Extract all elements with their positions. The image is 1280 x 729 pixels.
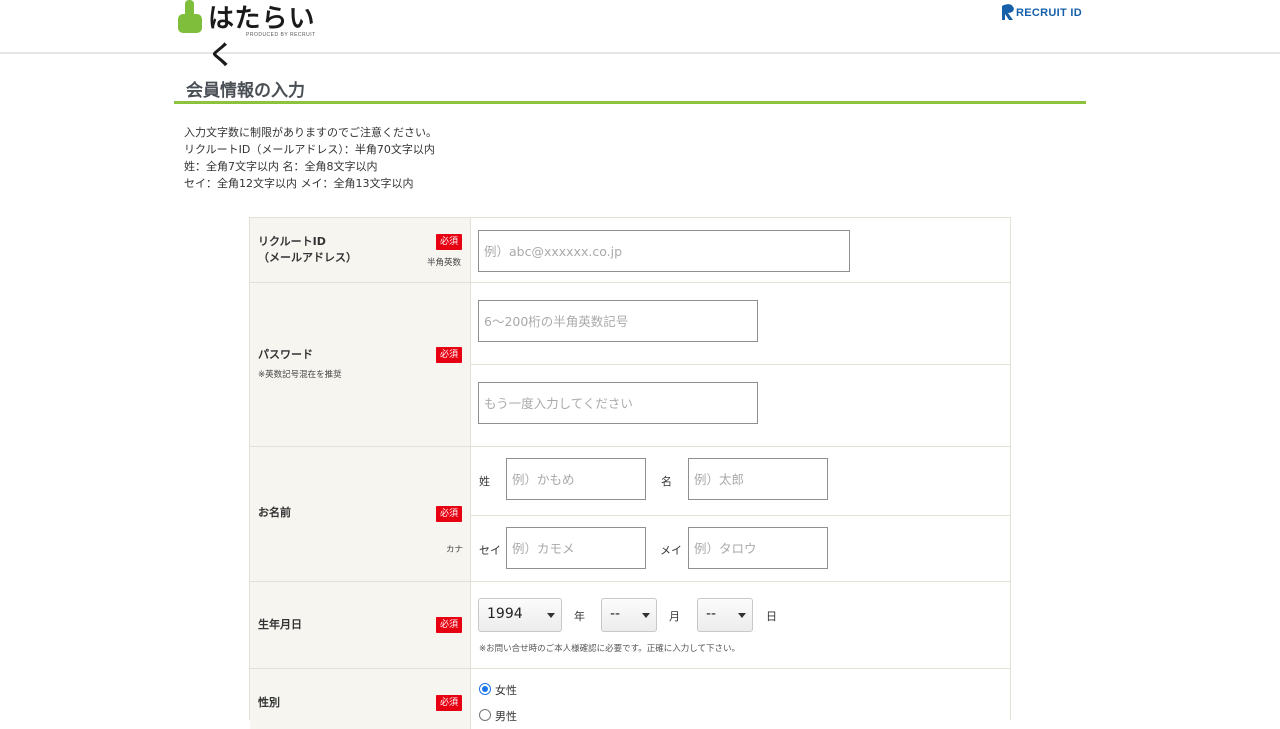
gender-label: 性別 xyxy=(258,696,280,709)
chevron-down-icon xyxy=(547,613,555,618)
mei-kana-input[interactable] xyxy=(688,527,828,569)
title-underline xyxy=(174,101,1086,104)
password-recommend-note: ※英数記号混在を推奨 xyxy=(258,370,342,380)
year-unit: 年 xyxy=(574,610,585,623)
required-badge: 必須 xyxy=(436,234,462,250)
birthday-label-cell: 生年月日 必須 xyxy=(250,582,471,668)
required-badge: 必須 xyxy=(436,506,462,522)
recruit-id-label-line2: （メールアドレス） xyxy=(258,251,357,264)
gender-male-radio[interactable] xyxy=(479,709,491,721)
required-badge: 必須 xyxy=(436,695,462,711)
logo-subtitle: PRODUCED BY RECRUIT xyxy=(246,32,316,38)
birthday-hint: ※お問い合せ時のご本人様確認に必要です。正確に入力して下さい。 xyxy=(479,644,741,654)
recruit-id-input[interactable] xyxy=(478,230,850,272)
mei-kana-label: メイ xyxy=(660,544,682,557)
day-unit: 日 xyxy=(766,610,777,623)
sei-kana-label: セイ xyxy=(479,544,501,557)
sei-kana-input[interactable] xyxy=(506,527,646,569)
sei-label: 姓 xyxy=(479,475,490,488)
recruit-id-label-cell: リクルートID （メールアドレス） 必須 半角英数 xyxy=(250,218,471,282)
name-label-cell: お名前 必須 カナ xyxy=(250,447,471,581)
name-label: お名前 xyxy=(258,506,291,519)
required-badge: 必須 xyxy=(436,617,462,633)
birth-day-value: -- xyxy=(706,606,717,622)
row-subdivider xyxy=(470,364,1010,365)
password-input[interactable] xyxy=(478,300,758,342)
recruit-id-label-line1: リクルートID xyxy=(258,235,326,248)
birth-year-value: 1994 xyxy=(487,606,523,622)
birth-year-select[interactable]: 1994 xyxy=(478,598,562,632)
kana-note: カナ xyxy=(446,545,464,555)
password-label: パスワード xyxy=(258,348,313,361)
input-notes: 入力文字数に制限がありますのでご注意ください。 リクルートID（メールアドレス）… xyxy=(184,124,437,192)
password-label-cell: パスワード ※英数記号混在を推奨 必須 xyxy=(250,283,471,446)
chevron-down-icon xyxy=(738,613,746,618)
birth-month-value: -- xyxy=(610,606,621,622)
note-line: リクルートID（メールアドレス）：半角70文字以内 xyxy=(184,143,435,156)
gender-label-cell: 性別 必須 xyxy=(250,669,471,729)
gender-female-label[interactable]: 女性 xyxy=(495,682,517,698)
mei-label: 名 xyxy=(661,475,672,488)
recruit-id-text: RECRUIT ID xyxy=(1016,7,1082,19)
half-width-note: 半角英数 xyxy=(427,258,462,268)
required-badge: 必須 xyxy=(436,347,462,363)
birth-day-select[interactable]: -- xyxy=(697,598,753,632)
chevron-down-icon xyxy=(642,613,650,618)
gender-female-radio[interactable] xyxy=(479,683,491,695)
mei-input[interactable] xyxy=(688,458,828,500)
recruit-r-icon xyxy=(1002,4,1014,20)
member-form-table: リクルートID （メールアドレス） 必須 半角英数 パスワード ※英数記号混在を… xyxy=(249,217,1011,729)
hataraiku-logo[interactable]: はたらいく PRODUCED BY RECRUIT xyxy=(176,0,336,71)
gender-male-label[interactable]: 男性 xyxy=(495,708,517,724)
note-line: セイ：全角12文字以内 メイ：全角13文字以内 xyxy=(184,177,414,190)
recruit-id-label: リクルートID （メールアドレス） xyxy=(258,234,357,266)
thumbs-up-icon xyxy=(178,0,202,33)
note-line: 姓：全角7文字以内 名：全角8文字以内 xyxy=(184,160,378,173)
month-unit: 月 xyxy=(669,610,680,623)
sei-input[interactable] xyxy=(506,458,646,500)
birth-month-select[interactable]: -- xyxy=(601,598,657,632)
page-title: 会員情報の入力 xyxy=(186,81,305,101)
password-confirm-input[interactable] xyxy=(478,382,758,424)
birthday-label: 生年月日 xyxy=(258,618,302,631)
site-header: はたらいく PRODUCED BY RECRUIT RECRUIT ID xyxy=(0,0,1280,71)
note-line: 入力文字数に制限がありますのでご注意ください。 xyxy=(184,126,437,139)
row-subdivider xyxy=(470,515,1010,516)
